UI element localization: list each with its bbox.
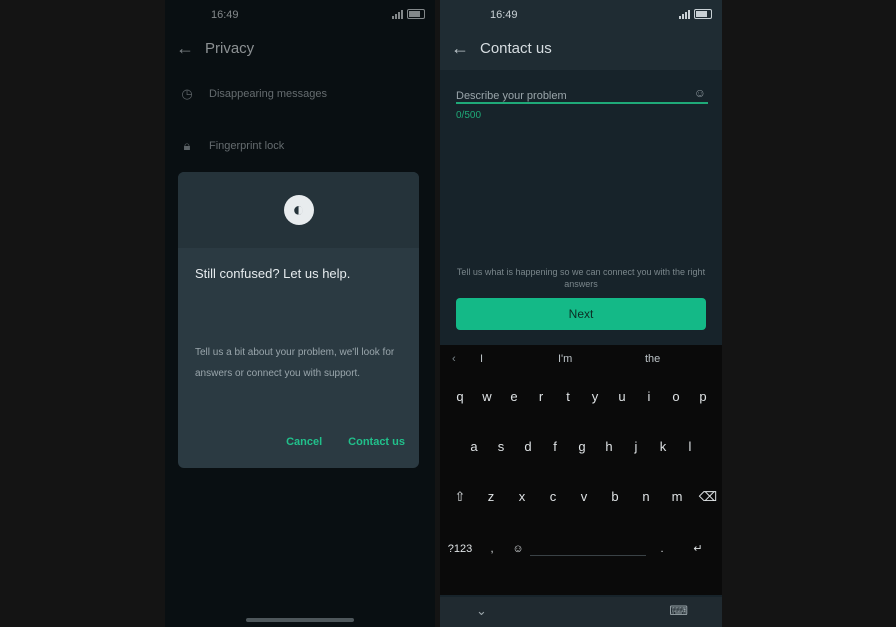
next-button[interactable]: Next: [456, 298, 706, 330]
key-h[interactable]: h: [597, 435, 621, 459]
key-p[interactable]: p: [691, 385, 715, 409]
home-indicator[interactable]: [246, 618, 354, 622]
key-e[interactable]: e: [502, 385, 526, 409]
cancel-button[interactable]: Cancel: [286, 436, 322, 448]
key-d[interactable]: d: [516, 435, 540, 459]
emoji-icon[interactable]: ☺︎: [694, 86, 706, 100]
status-time: 16:49: [490, 9, 518, 21]
key-x[interactable]: x: [510, 485, 534, 509]
key-s[interactable]: s: [489, 435, 513, 459]
key-l[interactable]: l: [678, 435, 702, 459]
key-w[interactable]: w: [475, 385, 499, 409]
suggestion[interactable]: I: [480, 353, 483, 365]
input-underline: [456, 102, 708, 104]
problem-description-field[interactable]: Describe your problem ☺︎ 0/500: [456, 86, 708, 134]
key-v[interactable]: v: [572, 485, 596, 509]
key-z[interactable]: z: [479, 485, 503, 509]
key-b[interactable]: b: [603, 485, 627, 509]
page-title: Contact us: [480, 39, 552, 57]
key-q[interactable]: q: [448, 385, 472, 409]
character-counter: 0/500: [456, 110, 482, 121]
key-comma[interactable]: ,: [480, 537, 504, 561]
contact-us-button[interactable]: Contact us: [348, 436, 405, 448]
dialog-body: Tell us a bit about your problem, we'll …: [195, 347, 395, 379]
key-c[interactable]: c: [541, 485, 565, 509]
key-space[interactable]: [530, 537, 646, 556]
key-n[interactable]: n: [634, 485, 658, 509]
key-j[interactable]: j: [624, 435, 648, 459]
key-row-2: asdfghjkl: [440, 435, 722, 459]
signal-icon: [679, 9, 690, 19]
key-a[interactable]: a: [462, 435, 486, 459]
status-icons: [679, 9, 712, 19]
back-arrow-icon[interactable]: ←: [440, 38, 480, 59]
key-o[interactable]: o: [664, 385, 688, 409]
key-shift-icon[interactable]: ⇧: [448, 485, 472, 509]
key-i[interactable]: i: [637, 385, 661, 409]
chevron-left-icon[interactable]: ‹: [452, 353, 456, 365]
key-r[interactable]: r: [529, 385, 553, 409]
key-u[interactable]: u: [610, 385, 634, 409]
keyboard-switch-icon[interactable]: ⌨: [669, 603, 688, 619]
key-y[interactable]: y: [583, 385, 607, 409]
suggestion-strip: ‹ I I'm the: [440, 353, 722, 373]
key-row-1: qwertyuiop: [440, 385, 722, 409]
key-backspace-icon[interactable]: ⌫: [696, 485, 720, 509]
key-row-4: ?123, ☺︎. ↵: [440, 537, 722, 561]
key-f[interactable]: f: [543, 435, 567, 459]
helper-text: Tell us what is happening so we can conn…: [456, 267, 706, 289]
dialog-actions: Cancel Contact us: [286, 436, 405, 448]
on-screen-keyboard: ‹ I I'm the qwertyuiop asdfghjkl ⇧ z x c v b n…: [440, 345, 722, 595]
enter-icon[interactable]: ↵: [680, 537, 716, 561]
navigation-bar: ⌄ ⌨: [440, 597, 722, 627]
key-t[interactable]: t: [556, 385, 580, 409]
top-app-bar: ← Contact us: [440, 30, 722, 66]
key-m[interactable]: m: [665, 485, 689, 509]
key-period[interactable]: .: [650, 537, 674, 561]
dialog-title: Still confused? Let us help.: [195, 266, 351, 281]
right-phone-screen: 16:49 ← Contact us Describe your problem…: [440, 0, 722, 627]
battery-icon: [694, 9, 712, 19]
key-k[interactable]: k: [651, 435, 675, 459]
help-dialog: ◐ Still confused? Let us help. Tell us a…: [178, 172, 419, 468]
key-g[interactable]: g: [570, 435, 594, 459]
suggestion[interactable]: I'm: [558, 353, 572, 365]
globe-icon: ◐: [283, 195, 314, 225]
dialog-header: ◐: [178, 172, 419, 248]
emoji-key-icon[interactable]: ☺︎: [506, 537, 530, 561]
key-symbols[interactable]: ?123: [444, 537, 476, 561]
hide-keyboard-icon[interactable]: ⌄: [476, 603, 487, 619]
status-bar: 16:49: [440, 9, 722, 25]
left-phone-screen: 16:49 ← Privacy ◷ Disappearing messages …: [165, 0, 435, 627]
suggestion[interactable]: the: [645, 353, 660, 365]
key-row-3: ⇧ z x c v b n m ⌫: [440, 485, 722, 509]
problem-input-label: Describe your problem: [456, 90, 567, 102]
